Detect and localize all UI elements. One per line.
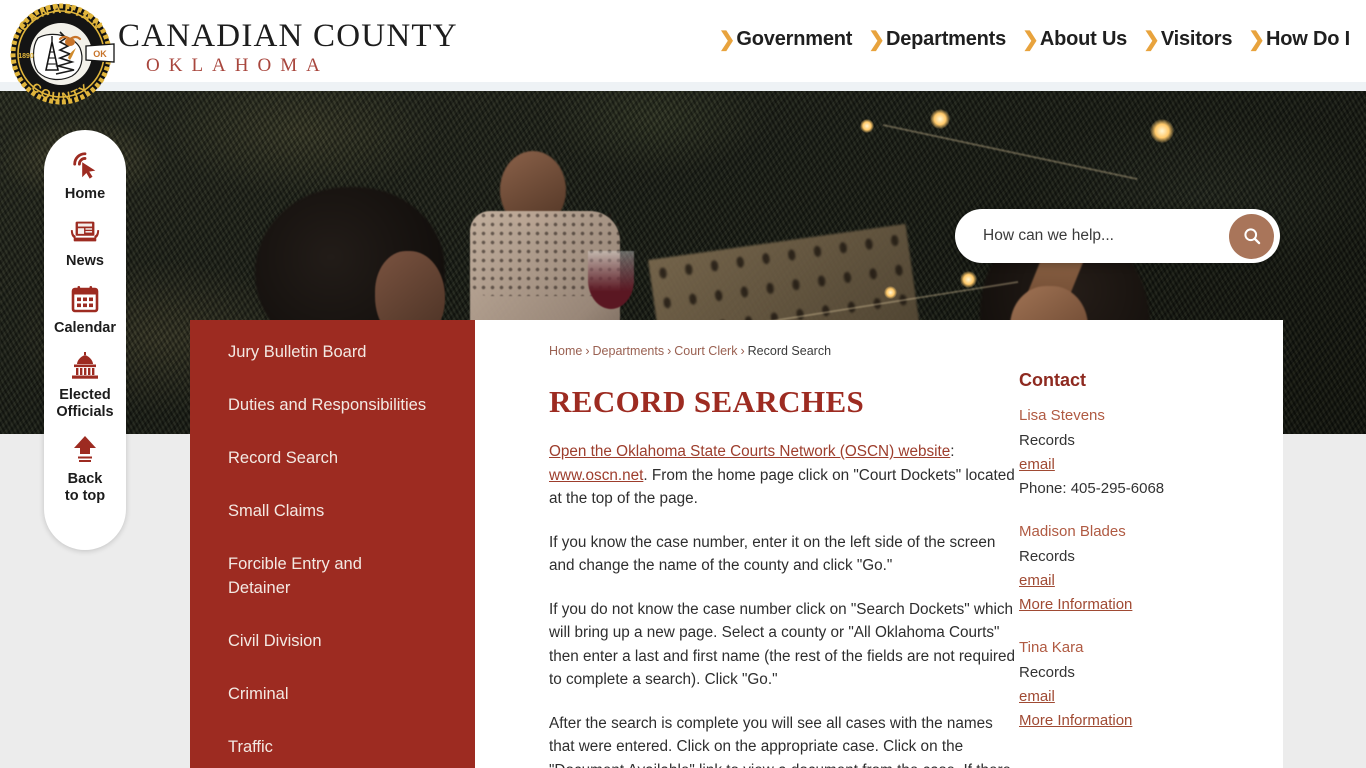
seal-year: 1890: [18, 53, 34, 60]
contact-heading: Contact: [1019, 370, 1086, 390]
body-paragraph-2: If you know the case number, enter it on…: [549, 533, 996, 575]
menu-item-record-search[interactable]: Record Search: [228, 446, 428, 470]
contact-more-information-link[interactable]: More Information: [1019, 712, 1249, 729]
chevron-right-icon: ❯: [1143, 28, 1160, 51]
chevron-right-icon: ❯: [718, 28, 736, 51]
nav-label: How Do I: [1266, 28, 1350, 50]
breadcrumb-current: Record Search: [747, 344, 832, 358]
quick-links-dock: Home News Calendar Elected Officials Bac…: [44, 130, 126, 550]
hero-light-bulb: [960, 271, 977, 288]
contact-person: Lisa Stevens Records email Phone: 405-29…: [1019, 407, 1249, 497]
cursor-click-icon: [70, 148, 100, 182]
dock-label: Back to top: [64, 471, 106, 504]
county-seal-logo[interactable]: OK 1890 CANADIAN COUNTY: [2, 2, 120, 106]
site-wordmark[interactable]: CANADIAN COUNTY OKLAHOMA: [118, 18, 458, 78]
paragraph1-separator: :: [950, 443, 955, 460]
search-icon: [1243, 228, 1260, 245]
site-name-line1: CANADIAN COUNTY: [118, 18, 458, 54]
breadcrumb-separator: ›: [667, 344, 672, 358]
seal-state-abbr: OK: [93, 49, 107, 59]
nav-label: About Us: [1039, 28, 1128, 50]
contact-more-information-link[interactable]: More Information: [1019, 596, 1249, 613]
body-paragraph-3: If you do not know the case number click…: [549, 600, 1015, 689]
calendar-icon: [70, 282, 100, 316]
breadcrumb-departments[interactable]: Departments: [593, 344, 665, 358]
menu-item-traffic[interactable]: Traffic: [228, 735, 428, 759]
contact-person: Madison Blades Records email More Inform…: [1019, 523, 1249, 613]
page-body: Open the Oklahoma State Courts Network (…: [549, 440, 1019, 768]
page-root: CANADIAN COUNTY OKLAHOMA ❯ Government ❯ …: [0, 0, 1366, 768]
site-name-line2: OKLAHOMA: [146, 55, 329, 76]
menu-item-civil-division[interactable]: Civil Division: [228, 629, 428, 653]
dock-item-back-to-top[interactable]: Back to top: [44, 433, 126, 505]
contact-role: Records: [1019, 548, 1075, 565]
hero-light-bulb: [860, 119, 874, 133]
contact-phone: Phone: 405-295-6068: [1019, 480, 1165, 497]
search-submit-button[interactable]: [1229, 213, 1274, 259]
nav-label: Government: [736, 28, 853, 50]
contact-email-link[interactable]: email: [1019, 572, 1249, 589]
dock-label: Home: [64, 186, 106, 202]
breadcrumb-court-clerk[interactable]: Court Clerk: [674, 344, 737, 358]
menu-item-forcible-entry-and-detainer[interactable]: Forcible Entry and Detainer: [228, 552, 428, 600]
arrow-up-icon: [72, 433, 98, 467]
page-title: RECORD SEARCHES: [549, 384, 865, 419]
chevron-right-icon: ❯: [1022, 28, 1039, 51]
contact-role: Records: [1019, 432, 1075, 449]
contact-email-link[interactable]: email: [1019, 456, 1249, 473]
search-input[interactable]: [983, 227, 1229, 245]
dock-item-news[interactable]: News: [44, 215, 126, 270]
site-header: CANADIAN COUNTY OKLAHOMA ❯ Government ❯ …: [0, 0, 1366, 82]
oscn-url-link[interactable]: www.oscn.net: [549, 467, 643, 484]
nav-label: Departments: [886, 28, 1007, 50]
chevron-right-icon: ❯: [868, 28, 885, 51]
contact-name[interactable]: Tina Kara: [1019, 639, 1249, 656]
chevron-right-icon: ❯: [1248, 28, 1266, 51]
body-paragraph-4: After the search is complete you will se…: [549, 714, 1011, 768]
hero-light-bulb: [1150, 119, 1174, 143]
section-navigation-menu: Jury Bulletin Board Duties and Responsib…: [190, 320, 475, 768]
nav-item-how-do-i[interactable]: ❯ How Do I: [1240, 28, 1358, 51]
menu-item-criminal[interactable]: Criminal: [228, 682, 428, 706]
dock-item-calendar[interactable]: Calendar: [44, 282, 126, 337]
nav-label: Visitors: [1160, 28, 1233, 50]
oscn-website-link[interactable]: Open the Oklahoma State Courts Network (…: [549, 443, 950, 460]
dock-item-elected-officials[interactable]: Elected Officials: [44, 349, 126, 421]
hero-light-bulb: [930, 109, 950, 129]
menu-item-duties-and-responsibilities[interactable]: Duties and Responsibilities: [228, 393, 428, 417]
capitol-building-icon: [69, 349, 101, 383]
hero-light-bulb: [884, 286, 897, 299]
dock-label: Elected Officials: [56, 387, 114, 420]
menu-item-jury-bulletin-board[interactable]: Jury Bulletin Board: [228, 340, 428, 364]
content-area: Home › Departments › Court Clerk › Record Sear…: [475, 320, 1283, 768]
nav-item-visitors[interactable]: ❯ Visitors: [1135, 28, 1240, 51]
header-accent-strip: [0, 82, 1366, 91]
breadcrumb-home[interactable]: Home: [549, 344, 582, 358]
contact-email-link[interactable]: email: [1019, 688, 1249, 705]
body-paragraph-1: Open the Oklahoma State Courts Network (…: [549, 440, 1019, 511]
nav-item-departments[interactable]: ❯ Departments: [860, 28, 1014, 51]
dock-label: Calendar: [53, 320, 117, 336]
newspaper-icon: [69, 215, 101, 249]
menu-item-small-claims[interactable]: Small Claims: [228, 499, 428, 523]
contact-name[interactable]: Madison Blades: [1019, 523, 1249, 540]
nav-item-about-us[interactable]: ❯ About Us: [1014, 28, 1135, 51]
primary-navigation: ❯ Government ❯ Departments ❯ About Us ❯ …: [711, 28, 1358, 51]
site-search[interactable]: [955, 209, 1280, 263]
contact-person: Tina Kara Records email More Information: [1019, 639, 1249, 729]
nav-item-government[interactable]: ❯ Government: [711, 28, 861, 51]
dock-label: News: [66, 253, 104, 269]
breadcrumb-separator: ›: [585, 344, 590, 358]
breadcrumb-separator: ›: [740, 344, 745, 358]
hero-wine-glass-1: [588, 251, 634, 309]
breadcrumb: Home › Departments › Court Clerk › Record Sear…: [549, 344, 1019, 358]
content-card: Jury Bulletin Board Duties and Responsib…: [190, 320, 1283, 768]
contact-sidebar: Contact Lisa Stevens Records email Phone…: [1019, 344, 1249, 768]
contact-role: Records: [1019, 664, 1075, 681]
contact-name[interactable]: Lisa Stevens: [1019, 407, 1249, 424]
dock-item-home[interactable]: Home: [44, 148, 126, 203]
